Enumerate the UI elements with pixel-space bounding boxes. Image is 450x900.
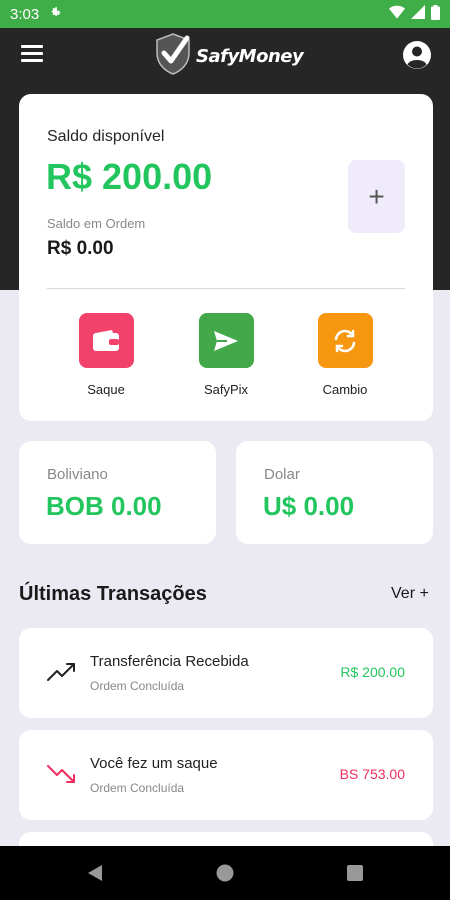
- transaction-title: Você fez um saque: [90, 755, 218, 772]
- order-balance-label: Saldo em Ordem: [47, 216, 146, 231]
- transaction-amount: R$ 200.00: [340, 664, 405, 680]
- currency-value: BOB 0.00: [46, 491, 162, 521]
- safypix-label: SafyPix: [203, 382, 249, 397]
- wallet-icon: [78, 313, 134, 368]
- back-icon[interactable]: [86, 863, 104, 888]
- settings-icon: [49, 6, 62, 23]
- currency-label: Boliviano: [47, 466, 108, 483]
- signal-icon: [411, 5, 425, 23]
- transaction-status: Ordem Concluída: [90, 679, 185, 693]
- order-balance-value: R$ 0.00: [47, 238, 114, 259]
- currency-card-dolar[interactable]: Dolar U$ 0.00: [236, 441, 433, 544]
- currency-card-boliviano[interactable]: Boliviano BOB 0.00: [19, 441, 216, 544]
- system-navigation-bar: [0, 846, 450, 900]
- transaction-amount: BS 753.00: [339, 766, 405, 782]
- menu-icon[interactable]: [21, 45, 43, 63]
- cambio-action-button[interactable]: Cambio: [300, 313, 390, 397]
- transactions-title: Últimas Transações: [19, 583, 207, 605]
- status-bar: 3:03: [0, 0, 450, 28]
- status-time: 3:03: [10, 5, 40, 23]
- trending-down-icon: [47, 763, 77, 785]
- available-balance-label: Saldo disponível: [47, 128, 165, 145]
- balance-card: Saldo disponível R$ 200.00 Saldo em Orde…: [19, 94, 433, 421]
- send-icon: [198, 313, 254, 368]
- add-funds-button[interactable]: +: [348, 160, 405, 233]
- home-icon[interactable]: [216, 864, 234, 887]
- saque-label: Saque: [87, 382, 125, 397]
- app-logo: SafyMoney: [154, 32, 304, 81]
- plus-icon: +: [368, 180, 385, 212]
- currency-label: Dolar: [264, 466, 300, 483]
- wifi-icon: [389, 5, 405, 23]
- currency-value: U$ 0.00: [263, 491, 355, 521]
- see-more-link[interactable]: Ver +: [391, 585, 429, 603]
- app-name: SafyMoney: [196, 46, 304, 67]
- transaction-item[interactable]: Você fez um saque Ordem Concluída BS 753…: [19, 730, 433, 820]
- saque-action-button[interactable]: Saque: [61, 313, 151, 397]
- transaction-item[interactable]: Transferência Recebida Ordem Concluída R…: [19, 628, 433, 718]
- trending-up-icon: [47, 661, 77, 683]
- battery-icon: [431, 4, 440, 24]
- available-balance-value: R$ 200.00: [46, 156, 213, 197]
- exchange-icon: [317, 313, 373, 368]
- app-bar: SafyMoney: [0, 28, 450, 80]
- divider: [47, 288, 405, 289]
- cambio-label: Cambio: [322, 382, 368, 397]
- transaction-status: Ordem Concluída: [90, 781, 185, 795]
- transaction-title: Transferência Recebida: [90, 653, 249, 670]
- recents-icon[interactable]: [346, 864, 364, 887]
- safypix-action-button[interactable]: SafyPix: [181, 313, 271, 397]
- shield-check-icon: [154, 32, 192, 81]
- profile-icon[interactable]: [402, 40, 432, 70]
